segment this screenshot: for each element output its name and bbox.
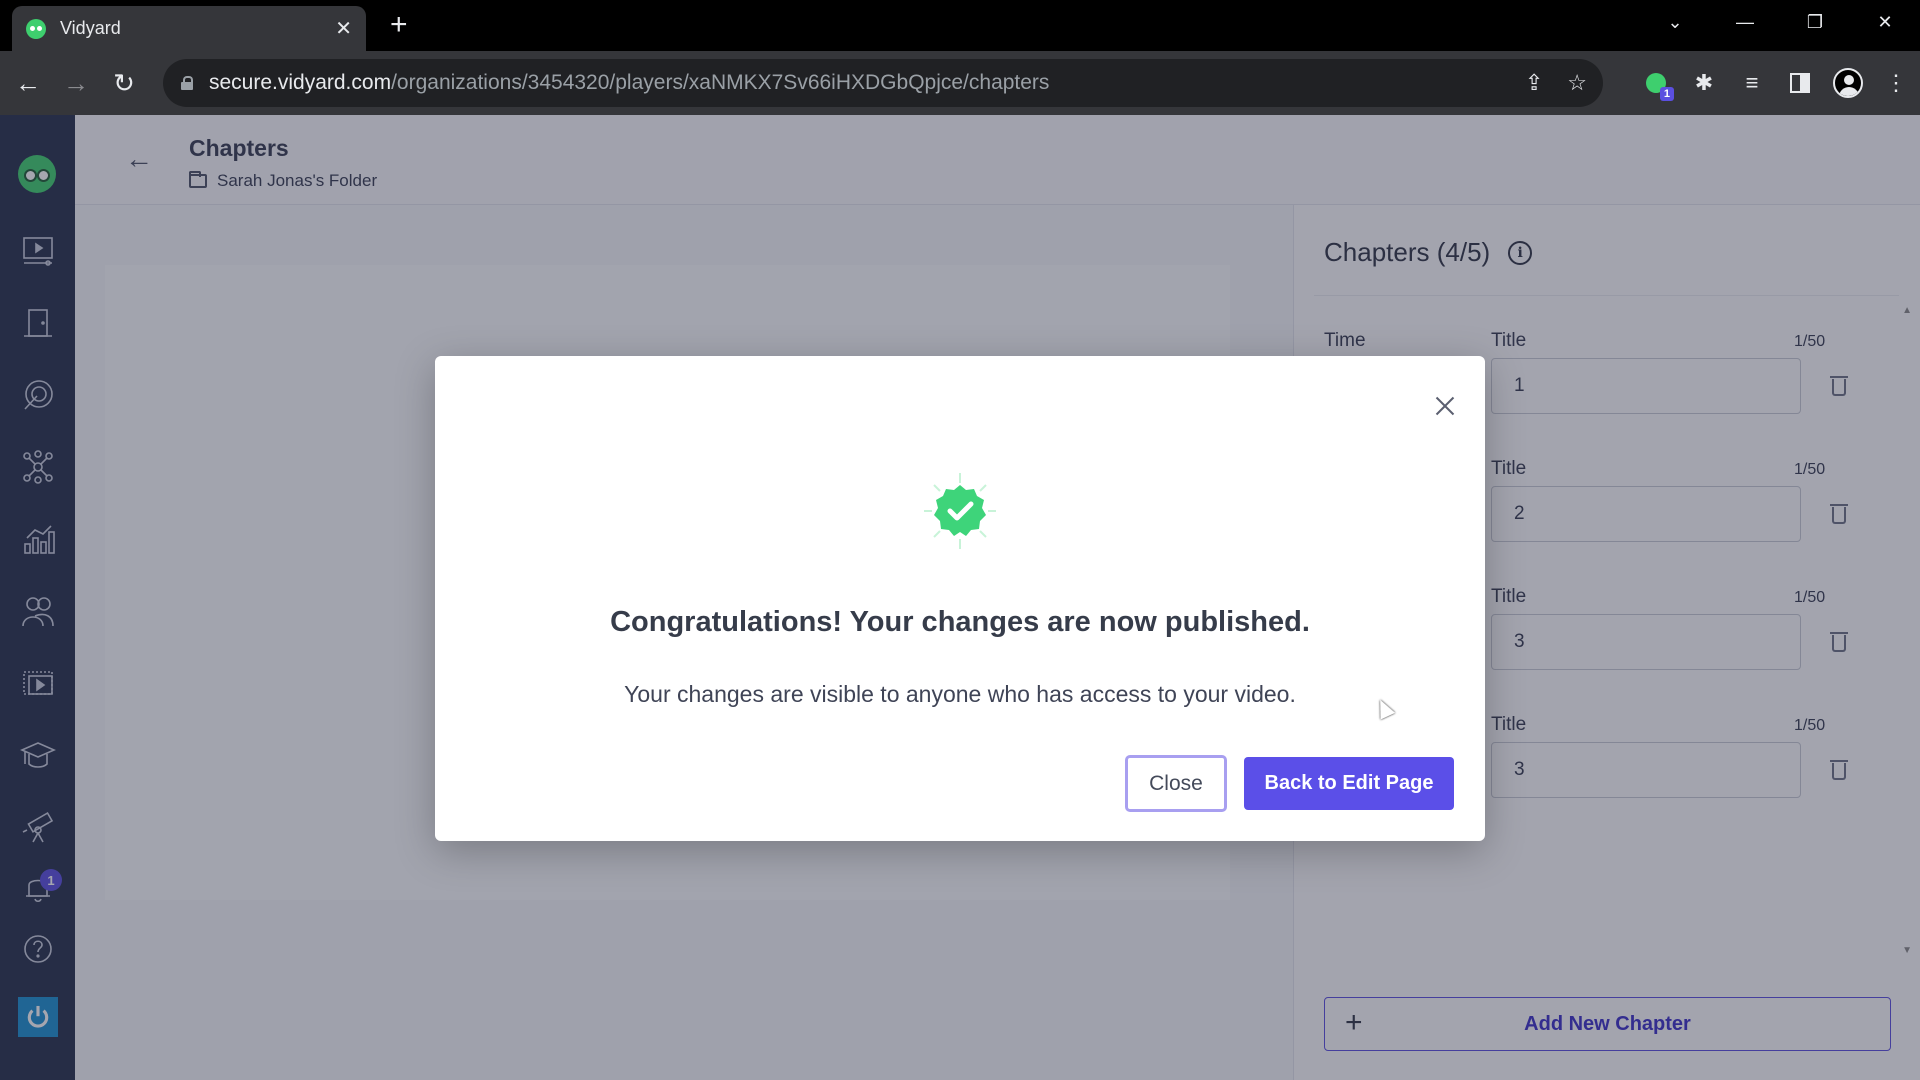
address-bar[interactable]: secure.vidyard.com/organizations/3454320… [163, 59, 1603, 107]
new-tab-button[interactable]: + [390, 10, 408, 40]
close-icon[interactable] [1435, 396, 1455, 416]
publish-success-modal: Congratulations! Your changes are now pu… [435, 356, 1485, 841]
share-icon[interactable]: ⇪ [1525, 70, 1543, 96]
forward-icon[interactable]: → [56, 63, 96, 103]
close-button[interactable]: Close [1125, 755, 1227, 812]
media-queue-icon[interactable]: ≡ [1728, 59, 1776, 107]
side-panel-icon[interactable] [1776, 59, 1824, 107]
browser-tab[interactable]: Vidyard ✕ [12, 6, 366, 51]
window-controls: ⌄ — ❐ ✕ [1640, 0, 1920, 45]
tab-title: Vidyard [60, 18, 121, 38]
extension-icons: 1 ✱ ≡ ⋮ [1632, 51, 1920, 115]
modal-body-text: Your changes are visible to anyone who h… [624, 681, 1296, 707]
window-close-icon[interactable]: ✕ [1850, 0, 1920, 45]
tab-search-icon[interactable]: ⌄ [1640, 0, 1710, 45]
lock-icon[interactable] [181, 76, 193, 90]
profile-icon[interactable] [1824, 59, 1872, 107]
minimize-icon[interactable]: — [1710, 0, 1780, 45]
url-host: secure.vidyard.com [209, 71, 392, 94]
browser-tabbar: Vidyard ✕ + ⌄ — ❐ ✕ [0, 0, 1920, 51]
url-path: /organizations/3454320/players/xaNMKX7Sv… [391, 71, 1050, 94]
extension-badge: 1 [1659, 87, 1674, 101]
reload-icon[interactable]: ↻ [104, 63, 144, 103]
restore-icon[interactable]: ❐ [1780, 0, 1850, 45]
tab-close-icon[interactable]: ✕ [335, 16, 352, 41]
extensions-puzzle-icon[interactable]: ✱ [1680, 59, 1728, 107]
modal-heading: Congratulations! Your changes are now pu… [610, 606, 1310, 638]
back-to-edit-page-button[interactable]: Back to Edit Page [1244, 757, 1454, 810]
browser-toolbar: ← → ↻ secure.vidyard.com/organizations/3… [0, 51, 1920, 115]
vidyard-extension-icon[interactable]: 1 [1632, 59, 1680, 107]
menu-kebab-icon[interactable]: ⋮ [1872, 59, 1920, 107]
vidyard-favicon-icon [26, 18, 46, 39]
success-badge-icon [920, 471, 1000, 551]
back-icon[interactable]: ← [8, 63, 48, 103]
star-icon[interactable]: ☆ [1567, 70, 1587, 96]
